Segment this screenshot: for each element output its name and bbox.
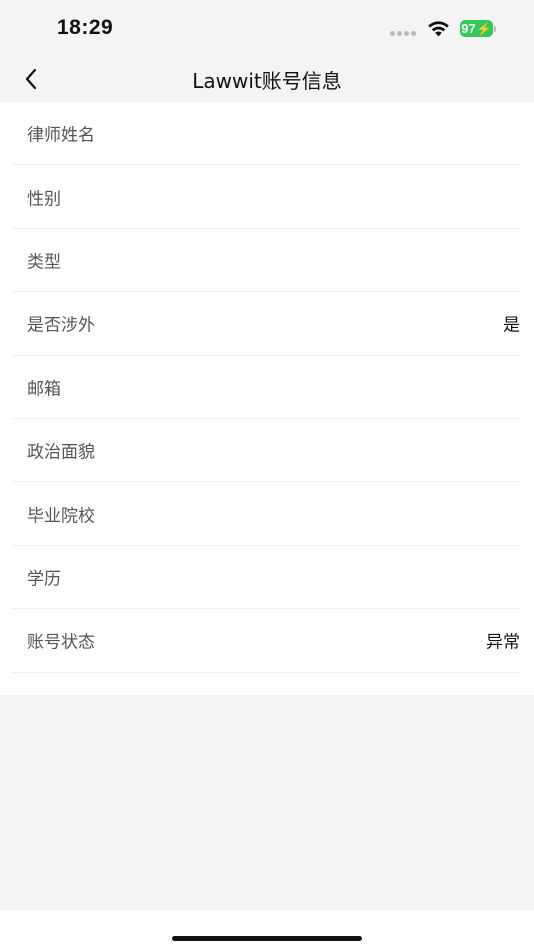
field-value: 是	[503, 315, 520, 336]
field-label: 性别	[27, 189, 61, 210]
field-label: 账号状态	[27, 632, 95, 653]
status-time: 18:29	[57, 16, 114, 39]
field-row-type[interactable]: 类型	[12, 229, 520, 293]
field-label: 毕业院校	[27, 506, 95, 527]
field-row-foreign-related[interactable]: 是否涉外 是	[12, 292, 520, 356]
field-row-graduate-school[interactable]: 毕业院校	[12, 482, 520, 546]
field-row-email[interactable]: 邮箱	[12, 356, 520, 419]
screen: 18:29 97 ⚡ Lawwit账号信息 律师姓名 性别 类型 是否涉外 是 …	[0, 0, 534, 950]
field-label: 邮箱	[27, 379, 61, 400]
home-indicator[interactable]	[172, 936, 362, 941]
page-title: Lawwit账号信息	[192, 69, 342, 93]
field-label: 学历	[27, 569, 61, 590]
field-value: 异常	[486, 632, 520, 653]
battery-icon: 97 ⚡	[460, 20, 496, 38]
nav-bar: Lawwit账号信息	[0, 56, 534, 102]
field-row-political-status[interactable]: 政治面貌	[12, 419, 520, 483]
field-label: 律师姓名	[27, 125, 95, 146]
cellular-signal-icon	[390, 31, 418, 37]
field-label: 政治面貌	[27, 442, 95, 463]
field-row-gender[interactable]: 性别	[12, 165, 520, 229]
battery-level: 97 ⚡	[460, 20, 493, 37]
field-row-lawyer-name[interactable]: 律师姓名	[12, 102, 520, 166]
status-bar: 18:29 97 ⚡	[0, 0, 534, 56]
field-label: 是否涉外	[27, 315, 95, 336]
wifi-icon	[428, 21, 449, 37]
account-info-list: 律师姓名 性别 类型 是否涉外 是 邮箱 政治面貌 毕业院校 学历 账号状态 异…	[0, 102, 534, 695]
field-row-account-status[interactable]: 账号状态 异常	[12, 609, 520, 673]
home-area	[0, 910, 534, 950]
field-row-education[interactable]: 学历	[12, 546, 520, 610]
field-label: 类型	[27, 252, 61, 273]
